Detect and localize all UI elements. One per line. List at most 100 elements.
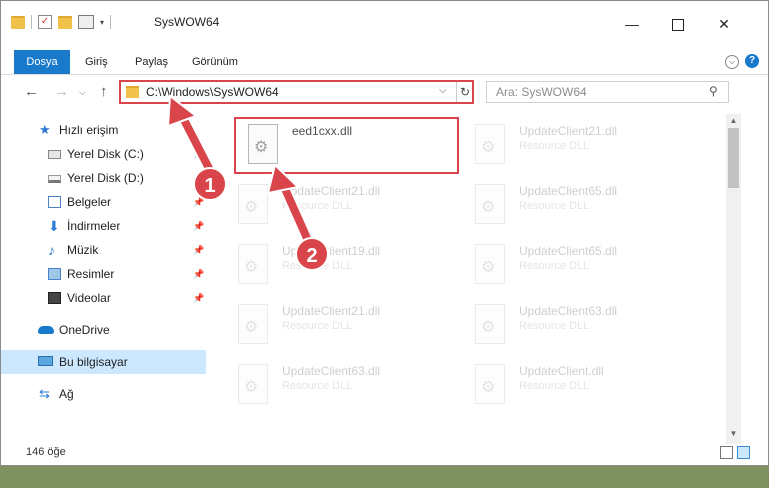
refresh-button[interactable]: ↻ — [456, 82, 473, 102]
tab-view[interactable]: Görünüm — [192, 50, 238, 74]
close-button[interactable]: ✕ — [701, 11, 747, 37]
properties-check-icon[interactable]: ✓ — [38, 15, 52, 29]
maximize-icon — [672, 19, 684, 32]
new-folder-icon[interactable] — [58, 15, 72, 29]
help-icon[interactable]: ? — [745, 54, 759, 68]
tab-share[interactable]: Paylaş — [135, 50, 168, 74]
sidebar-item-onedrive[interactable]: OneDrive — [1, 318, 206, 342]
file-type: Resource DLL — [282, 200, 353, 212]
maximize-button[interactable] — [655, 11, 701, 37]
sidebar-item-label: Hızlı erişim — [59, 123, 119, 137]
pin-icon[interactable]: 📌 — [193, 214, 204, 238]
file-type: Resource DLL — [519, 140, 590, 152]
chevron-down-icon[interactable]: ▾ — [100, 18, 104, 27]
tab-home[interactable]: Giriş — [85, 50, 108, 74]
file-item[interactable]: UpdateClient21.dll Resource DLL — [225, 178, 460, 234]
dll-file-icon — [475, 364, 505, 404]
dll-file-icon — [475, 124, 505, 164]
scroll-up-icon[interactable]: ▲ — [726, 116, 741, 125]
address-history-button[interactable]: ⌵ — [439, 85, 447, 96]
network-icon: ⇆ — [39, 386, 50, 401]
navigation-pane: ★ Hızlı erişim Yerel Disk (C:) 📌 Yerel D… — [1, 114, 208, 434]
dll-file-icon — [475, 184, 505, 224]
sidebar-item-label: İndirmeler — [67, 219, 121, 233]
file-item[interactable]: UpdateClient21.dll Resource DLL — [462, 118, 697, 174]
pin-icon[interactable]: 📌 — [193, 286, 204, 310]
step-badge-2: 2 — [295, 237, 329, 271]
sidebar-item-label: Videolar — [67, 291, 111, 305]
file-name: UpdateClient65.dll — [519, 244, 618, 258]
drive-icon — [48, 150, 61, 159]
sidebar-item-videos[interactable]: Videolar 📌 — [1, 286, 206, 310]
sidebar-item-drive-d[interactable]: Yerel Disk (D:) 📌 — [1, 166, 206, 190]
dll-file-icon — [238, 244, 268, 284]
tiles-view-icon[interactable] — [737, 446, 750, 459]
up-button[interactable]: ↑ — [100, 83, 108, 100]
pin-icon[interactable]: 📌 — [193, 262, 204, 286]
star-icon: ★ — [39, 122, 51, 137]
sidebar-item-label: Müzik — [67, 243, 99, 257]
search-icon: ⚲ — [709, 84, 718, 98]
file-type: Resource DLL — [519, 200, 590, 212]
pin-icon[interactable]: 📌 — [193, 238, 204, 262]
file-item[interactable]: UpdateClient63.dll Resource DLL — [462, 298, 697, 354]
sidebar-item-label: OneDrive — [59, 323, 110, 337]
view-switcher — [716, 446, 750, 462]
file-item[interactable]: UpdateClient.dll Resource DLL — [462, 358, 697, 414]
folder-icon — [11, 15, 25, 29]
ribbon-tabs: Dosya Giriş Paylaş Görünüm — [1, 50, 768, 75]
search-input[interactable]: Ara: SysWOW64 — [496, 85, 587, 99]
sidebar-item-quick-access[interactable]: ★ Hızlı erişim — [1, 118, 206, 142]
pin-icon[interactable]: 📌 — [193, 142, 204, 166]
sidebar-item-label: Resimler — [67, 267, 115, 281]
sidebar-item-this-pc[interactable]: Bu bilgisayar — [1, 350, 206, 374]
dll-file-icon — [238, 184, 268, 224]
sidebar-item-network[interactable]: ⇆ Ağ — [1, 382, 206, 406]
scroll-thumb[interactable] — [728, 128, 739, 188]
sidebar-item-label: Ağ — [59, 387, 74, 401]
sidebar-item-music[interactable]: ♪ Müzik 📌 — [1, 238, 206, 262]
cloud-icon — [38, 326, 54, 334]
computer-icon — [38, 356, 53, 366]
step-badge-1: 1 — [193, 167, 227, 201]
forward-button[interactable]: → — [54, 83, 69, 100]
address-bar[interactable]: C:\Windows\SysWOW64 ⌵ ↻ — [119, 80, 474, 104]
file-type: Resource DLL — [519, 260, 590, 272]
recent-locations-button[interactable]: ⌵ — [79, 87, 86, 98]
file-item[interactable]: UpdateClient65.dll Resource DLL — [462, 178, 697, 234]
tab-file[interactable]: Dosya — [14, 50, 70, 74]
sidebar-item-drive-c[interactable]: Yerel Disk (C:) 📌 — [1, 142, 206, 166]
file-item[interactable]: UpdateClient19.dll Resource DLL — [225, 238, 460, 294]
file-name: UpdateClient21.dll — [282, 304, 381, 318]
dll-file-icon — [475, 244, 505, 284]
file-name: UpdateClient21.dll — [519, 124, 618, 138]
vertical-scrollbar[interactable]: ▲ ▼ — [726, 114, 741, 444]
expand-ribbon-icon[interactable]: ⌵ — [725, 55, 739, 69]
documents-icon — [48, 196, 61, 208]
file-type: Resource DLL — [282, 320, 353, 332]
explorer-window: ✓ ▾ SysWOW64 — ✕ Dosya Giriş Paylaş Görü… — [0, 0, 769, 466]
file-type: Resource DLL — [519, 320, 590, 332]
drive-icon — [48, 175, 61, 183]
file-item[interactable]: UpdateClient63.dll Resource DLL — [225, 358, 460, 414]
search-box[interactable]: Ara: SysWOW64 ⚲ — [486, 81, 729, 103]
download-icon: ⬇ — [48, 218, 60, 234]
back-button[interactable]: ← — [24, 83, 39, 100]
sidebar-item-label: Yerel Disk (C:) — [67, 147, 144, 161]
file-name: UpdateClient21.dll — [282, 184, 381, 198]
sidebar-item-downloads[interactable]: ⬇ İndirmeler 📌 — [1, 214, 206, 238]
dll-file-icon — [238, 304, 268, 344]
window-title: SysWOW64 — [154, 15, 220, 29]
address-path[interactable]: C:\Windows\SysWOW64 — [146, 85, 279, 99]
sidebar-item-pictures[interactable]: Resimler 📌 — [1, 262, 206, 286]
file-item[interactable]: UpdateClient65.dll Resource DLL — [462, 238, 697, 294]
file-item[interactable]: UpdateClient21.dll Resource DLL — [225, 298, 460, 354]
toolbar-separator — [110, 15, 112, 29]
scroll-down-icon[interactable]: ▼ — [726, 429, 741, 438]
details-view-icon[interactable] — [720, 446, 733, 459]
file-type: Resource DLL — [282, 380, 353, 392]
sidebar-item-documents[interactable]: Belgeler 📌 — [1, 190, 206, 214]
minimize-button[interactable]: — — [609, 11, 655, 37]
item-count: 146 öğe — [26, 446, 66, 458]
customize-toolbar-icon[interactable] — [78, 15, 94, 29]
